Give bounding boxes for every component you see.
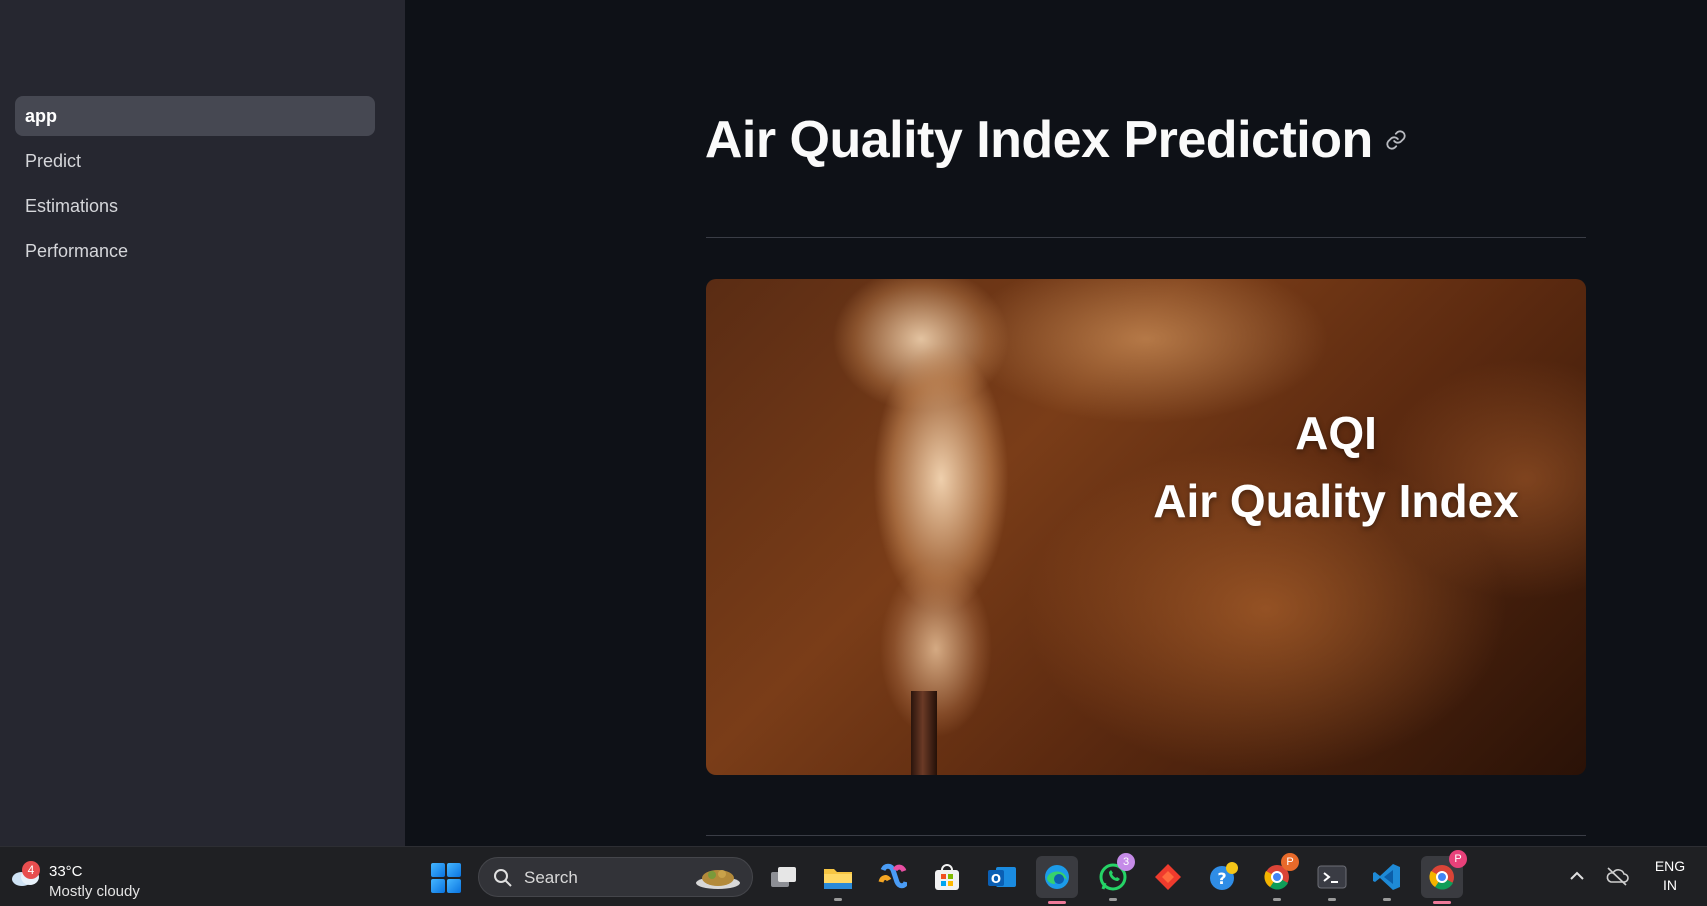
weather-widget[interactable]: 4 33°C Mostly cloudy (8, 855, 168, 900)
svg-text:O: O (991, 872, 1001, 886)
running-indicator (1109, 898, 1117, 901)
sidebar-nav: app Predict Estimations Performance (15, 96, 375, 276)
hero-line-full: Air Quality Index (1153, 475, 1519, 527)
chrome-icon[interactable]: P (1259, 853, 1299, 901)
sidebar-item-label: app (25, 105, 58, 126)
edge-icon[interactable] (1036, 856, 1078, 904)
chrome-profile-badge: P (1449, 850, 1467, 868)
chrome-profile-icon[interactable]: P (1421, 850, 1467, 904)
sidebar: app Predict Estimations Performance (0, 0, 405, 846)
weather-temp: 33°C (49, 863, 83, 880)
language-indicator[interactable]: ENG IN (1650, 857, 1690, 895)
weather-desc: Mostly cloudy (49, 883, 140, 900)
running-indicator (1273, 898, 1281, 901)
chimney-graphic (911, 691, 937, 775)
running-indicator (1383, 898, 1391, 901)
sidebar-item-estimations[interactable]: Estimations (15, 186, 375, 226)
whatsapp-badge: 3 (1117, 853, 1135, 871)
start-button[interactable] (431, 863, 461, 893)
sidebar-item-label: Performance (25, 240, 129, 261)
region-code: IN (1663, 877, 1677, 893)
hero-line-aqi: AQI (1295, 407, 1377, 459)
chrome-profile-badge: P (1281, 853, 1299, 871)
svg-text:?: ? (1217, 869, 1226, 888)
windows-logo-tile (447, 863, 461, 877)
whatsapp-icon[interactable]: 3 (1095, 853, 1135, 901)
food-bowl-icon (696, 870, 740, 889)
windows-logo-tile (431, 879, 445, 893)
search-icon (494, 869, 512, 887)
task-view-icon[interactable] (766, 859, 802, 895)
language-code: ENG (1654, 858, 1686, 874)
divider (706, 237, 1586, 238)
search-placeholder: Search (524, 868, 578, 887)
help-icon[interactable]: ? (1205, 859, 1241, 895)
windows-logo-tile (431, 863, 445, 877)
page-title: Air Quality Index Prediction (704, 111, 1373, 169)
microsoft-store-icon[interactable] (929, 859, 965, 895)
sidebar-item-predict[interactable]: Predict (15, 141, 375, 181)
sidebar-item-label: Predict (25, 150, 82, 171)
sidebar-item-label: Estimations (25, 195, 119, 216)
outlook-icon[interactable]: O (984, 859, 1020, 895)
hero-caption: AQI Air Quality Index (1126, 399, 1546, 535)
copilot-icon[interactable] (874, 859, 910, 895)
running-indicator (1048, 901, 1066, 904)
weather-badge: 4 (22, 861, 40, 879)
windows-logo-tile (447, 879, 461, 893)
file-explorer-icon[interactable] (820, 859, 856, 901)
terminal-icon[interactable] (1314, 859, 1350, 901)
running-indicator (1433, 901, 1451, 904)
divider (706, 835, 1586, 836)
taskbar: 4 33°C Mostly cloudy Search O 3 ? P P EN… (0, 846, 1707, 906)
taskbar-search[interactable]: Search (478, 857, 753, 897)
sidebar-item-app[interactable]: app (15, 96, 375, 136)
title-row: Air Quality Index Prediction (405, 110, 1707, 170)
running-indicator (1328, 898, 1336, 901)
sidebar-item-performance[interactable]: Performance (15, 231, 375, 271)
vscode-icon[interactable] (1369, 859, 1405, 901)
main-content: Air Quality Index Prediction AQI Air Qua… (405, 0, 1707, 846)
running-indicator (834, 898, 842, 901)
anydesk-icon[interactable] (1150, 859, 1186, 895)
onedrive-offline-icon[interactable] (1605, 865, 1629, 887)
link-icon[interactable] (1385, 129, 1407, 151)
chevron-up-icon[interactable] (1568, 867, 1586, 885)
hero-image: AQI Air Quality Index (706, 279, 1586, 775)
